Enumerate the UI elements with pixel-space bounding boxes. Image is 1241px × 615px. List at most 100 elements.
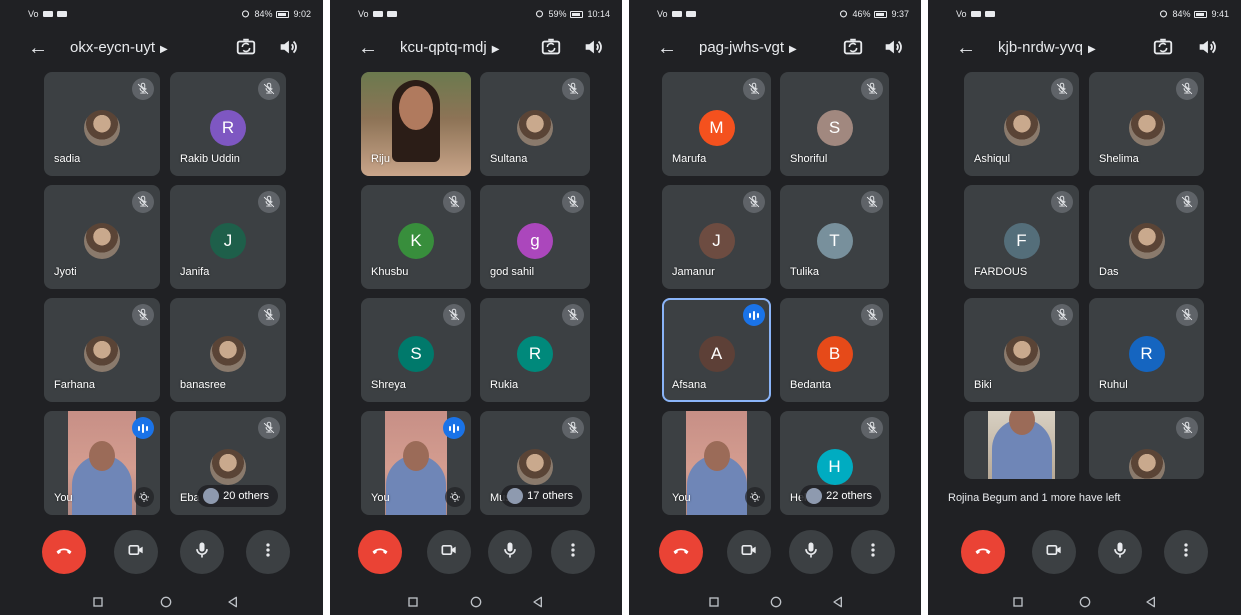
participant-tile[interactable]: You <box>361 411 471 515</box>
home-icon[interactable] <box>468 594 484 610</box>
phone-screen-4: Vo 84% 9:41 ← kjb-nrdw-yvq ▶ Ashiqul Shelima F FA… <box>928 0 1241 615</box>
participant-tile[interactable]: Das <box>1089 185 1204 289</box>
participant-tile[interactable]: Mus17 others <box>480 411 590 515</box>
mic-off-icon <box>1051 304 1073 326</box>
alarm-icon <box>535 9 544 20</box>
participant-tile[interactable]: HHela22 others <box>780 411 889 515</box>
back-nav-icon[interactable] <box>530 594 546 610</box>
home-icon[interactable] <box>768 594 784 610</box>
participant-tile[interactable]: You <box>44 411 160 515</box>
others-count-chip[interactable]: 20 others <box>197 485 278 507</box>
more-vert-button[interactable] <box>1164 530 1208 574</box>
meeting-code-button[interactable]: pag-jwhs-vgt ▶ <box>699 39 797 56</box>
camera-switch-icon[interactable] <box>842 36 866 60</box>
participant-tile[interactable]: sadia <box>44 72 160 176</box>
call-end-button[interactable] <box>659 530 703 574</box>
arrow-left-icon[interactable]: ← <box>655 36 679 60</box>
participant-tile[interactable]: Biki <box>964 298 1079 402</box>
participant-tile[interactable] <box>964 411 1079 479</box>
more-vert-button[interactable] <box>246 530 290 574</box>
camera-switch-icon[interactable] <box>235 36 259 60</box>
more-vert-button[interactable] <box>851 530 895 574</box>
participant-name: Janifa <box>180 266 210 278</box>
participant-name: FARDOUS <box>974 266 1028 278</box>
participant-tile[interactable]: B Bedanta <box>780 298 889 402</box>
participant-tile[interactable]: Shelima <box>1089 72 1204 176</box>
arrow-left-icon[interactable]: ← <box>26 36 50 60</box>
clock-time: 9:37 <box>891 9 909 19</box>
participant-tile[interactable]: Farhana <box>44 298 160 402</box>
participant-tile[interactable]: F FARDOUS <box>964 185 1079 289</box>
call-end-button[interactable] <box>961 530 1005 574</box>
others-count-chip[interactable]: 22 others <box>800 485 881 507</box>
participant-tile[interactable]: R Rukia <box>480 298 590 402</box>
videocam-button[interactable] <box>427 530 471 574</box>
android-nav-bar <box>928 588 1241 615</box>
participant-tile[interactable]: A Afsana <box>662 298 771 402</box>
participant-avatar <box>517 110 553 146</box>
more-vert-button[interactable] <box>551 530 595 574</box>
meeting-code-button[interactable]: okx-eycn-uyt ▶ <box>70 39 168 56</box>
participant-tile[interactable]: Ashiqul <box>964 72 1079 176</box>
participant-tile[interactable]: Riju <box>361 72 471 176</box>
effects-icon[interactable] <box>134 487 154 507</box>
participant-tile[interactable]: M Marufa <box>662 72 771 176</box>
mic-button[interactable] <box>1098 530 1142 574</box>
home-icon[interactable] <box>158 594 174 610</box>
effects-icon[interactable] <box>445 487 465 507</box>
back-nav-icon[interactable] <box>830 594 846 610</box>
recents-icon[interactable] <box>90 594 106 610</box>
camera-switch-icon[interactable] <box>540 36 564 60</box>
meeting-code-button[interactable]: kjb-nrdw-yvq ▶ <box>998 39 1096 56</box>
speaking-indicator-icon <box>132 417 154 439</box>
mic-button[interactable] <box>180 530 224 574</box>
participant-tile[interactable]: T Tulika <box>780 185 889 289</box>
participant-name: Jyoti <box>54 266 77 278</box>
participant-tile[interactable]: J Janifa <box>170 185 286 289</box>
participant-tile[interactable]: g god sahil <box>480 185 590 289</box>
videocam-button[interactable] <box>114 530 158 574</box>
participant-tile[interactable]: R Rakib Uddin <box>170 72 286 176</box>
call-end-button[interactable] <box>42 530 86 574</box>
others-count-chip[interactable]: 17 others <box>501 485 582 507</box>
speaker-icon[interactable] <box>882 36 906 60</box>
mic-off-icon <box>258 191 280 213</box>
participant-tile[interactable] <box>1089 411 1204 479</box>
participant-tile[interactable]: S Shoriful <box>780 72 889 176</box>
arrow-left-icon[interactable]: ← <box>356 36 380 60</box>
call-end-button[interactable] <box>358 530 402 574</box>
home-icon[interactable] <box>1077 594 1093 610</box>
participant-tile[interactable]: K Khusbu <box>361 185 471 289</box>
wifi-icon <box>386 11 397 17</box>
speaker-icon[interactable] <box>277 36 301 60</box>
back-nav-icon[interactable] <box>1143 594 1159 610</box>
participant-avatar <box>84 336 120 372</box>
participant-tile[interactable]: Jyoti <box>44 185 160 289</box>
participant-tile[interactable]: Sultana <box>480 72 590 176</box>
participant-tile[interactable]: S Shreya <box>361 298 471 402</box>
videocam-button[interactable] <box>1032 530 1076 574</box>
camera-switch-icon[interactable] <box>1152 36 1176 60</box>
videocam-button[interactable] <box>727 530 771 574</box>
participant-tile[interactable]: J Jamanur <box>662 185 771 289</box>
participant-tile[interactable]: banasree <box>170 298 286 402</box>
effects-icon[interactable] <box>745 487 765 507</box>
caret-right-icon: ▶ <box>789 44 797 55</box>
arrow-left-icon[interactable]: ← <box>954 36 978 60</box>
mic-button[interactable] <box>488 530 532 574</box>
mic-button[interactable] <box>789 530 833 574</box>
speaker-icon[interactable] <box>1196 36 1220 60</box>
video-head <box>403 441 429 471</box>
participant-tile[interactable]: You <box>662 411 771 515</box>
back-nav-icon[interactable] <box>225 594 241 610</box>
battery-percent: 84% <box>254 9 273 19</box>
participant-tile[interactable]: Eba 20 others <box>170 411 286 515</box>
participant-avatar: R <box>1128 336 1165 372</box>
call-controls <box>928 530 1241 574</box>
recents-icon[interactable] <box>405 594 421 610</box>
participant-tile[interactable]: R Ruhul <box>1089 298 1204 402</box>
speaker-icon[interactable] <box>582 36 606 60</box>
meeting-code-button[interactable]: kcu-qptq-mdj ▶ <box>400 39 499 56</box>
recents-icon[interactable] <box>706 594 722 610</box>
recents-icon[interactable] <box>1010 594 1026 610</box>
